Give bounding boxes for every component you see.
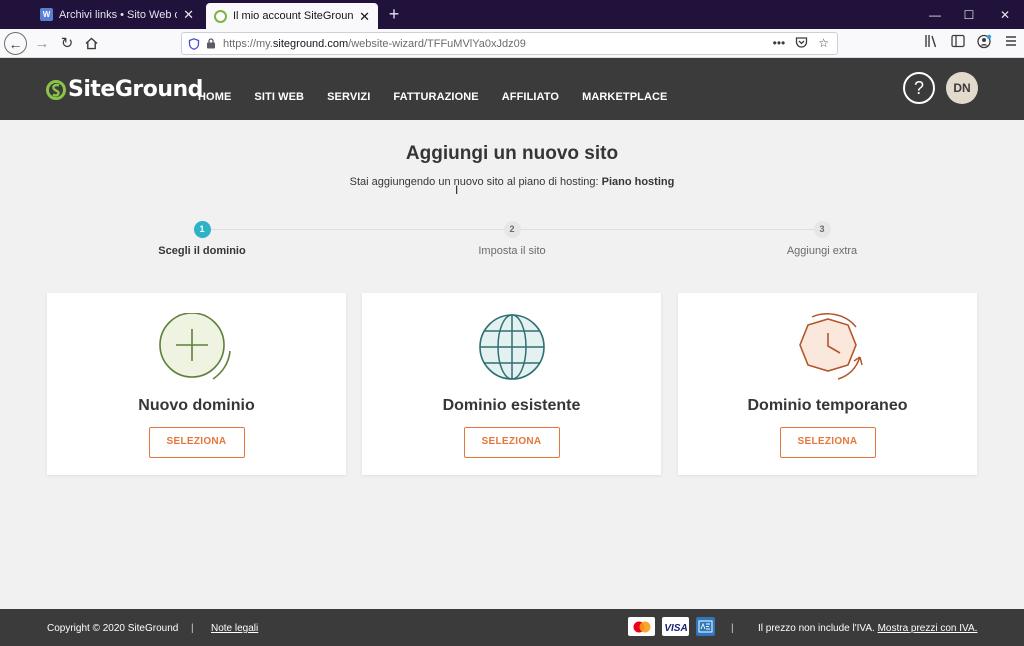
mastercard-icon <box>628 617 655 636</box>
card-existing-domain[interactable]: Dominio esistente SELEZIONA <box>362 293 661 475</box>
page-title: Aggiungi un nuovo sito <box>405 143 619 164</box>
address-bar[interactable]: https://my. siteground.com/website-wizard… <box>181 32 838 55</box>
card-title: Nuovo dominio <box>138 397 255 414</box>
card-title: Dominio esistente <box>442 397 581 414</box>
step-label: Scegli il dominio <box>158 245 246 257</box>
new-tab-button[interactable]: + <box>384 4 404 24</box>
step-number: 2 <box>503 221 521 238</box>
step-number: 3 <box>813 221 831 238</box>
footer-separator: | <box>191 623 194 634</box>
library-icon[interactable] <box>924 34 939 48</box>
site-header: SiteGround HOME SITI WEB SERVIZI FATTURA… <box>0 58 1024 120</box>
forward-icon[interactable]: → <box>31 32 53 54</box>
wp-icon: W <box>40 8 53 21</box>
hosting-plan-name: Piano hosting <box>601 176 675 188</box>
logo-text: SiteGround <box>68 77 203 102</box>
minimize-icon[interactable]: — <box>918 0 952 29</box>
step-label: Aggiungi extra <box>786 245 858 257</box>
show-vat-prices-link[interactable]: Mostra prezzi con IVA. <box>878 623 978 634</box>
step-2: 2 Imposta il sito <box>412 221 612 257</box>
select-new-domain-button[interactable]: SELEZIONA <box>148 427 245 458</box>
menu-item-affiliato[interactable]: AFFILIATO <box>502 91 559 103</box>
step-1: 1 Scegli il dominio <box>102 221 302 257</box>
siteground-logo[interactable]: SiteGround <box>46 77 203 102</box>
close-icon[interactable]: ✕ <box>359 10 370 23</box>
visa-icon: VISA <box>662 617 689 636</box>
menu-item-home[interactable]: HOME <box>198 91 231 103</box>
step-3: 3 Aggiungi extra <box>722 221 922 257</box>
globe-icon <box>478 314 545 380</box>
plus-circle-icon <box>158 313 231 380</box>
menu-item-fatturazione[interactable]: FATTURAZIONE <box>393 91 478 103</box>
maximize-icon[interactable]: ☐ <box>952 0 986 29</box>
account-icon[interactable] <box>977 34 992 49</box>
select-temporary-domain-button[interactable]: SELEZIONA <box>779 427 876 458</box>
vat-note: Il prezzo non include l'IVA. Mostra prez… <box>758 623 977 634</box>
tab-title: Il mio account SiteGround <box>233 10 354 22</box>
avatar[interactable]: DN <box>946 72 978 104</box>
card-title: Dominio temporaneo <box>747 397 908 414</box>
reload-icon[interactable]: ↻ <box>56 32 78 54</box>
step-number: 1 <box>193 221 211 238</box>
copyright-text: Copyright © 2020 SiteGround <box>47 623 179 634</box>
browser-tab-archivi[interactable]: W Archivi links • Sito Web di Danilo ✕ <box>32 2 202 27</box>
vat-text: Il prezzo non include l'IVA. <box>758 623 878 634</box>
menu-item-marketplace[interactable]: MARKETPLACE <box>582 91 667 103</box>
amex-icon <box>696 617 715 636</box>
menu-icon[interactable] <box>1004 34 1018 48</box>
browser-tab-bar: W Archivi links • Sito Web di Danilo ✕ I… <box>0 0 1024 29</box>
step-label: Imposta il sito <box>478 245 546 257</box>
menu-item-siti-web[interactable]: SITI WEB <box>254 91 304 103</box>
url-path: /website-wizard/TFFuMVlYa0xJdz09 <box>348 37 526 50</box>
siteground-icon <box>214 9 227 23</box>
subtitle-text: Stai aggiungendo un nuovo sito al piano … <box>349 176 602 188</box>
url-prefix: https://my. <box>223 37 273 50</box>
sidebar-icon[interactable] <box>951 34 965 48</box>
back-icon[interactable]: ← <box>4 32 27 55</box>
card-new-domain[interactable]: Nuovo dominio SELEZIONA <box>47 293 346 475</box>
main-menu: HOME SITI WEB SERVIZI FATTURAZIONE AFFIL… <box>198 91 691 103</box>
close-icon[interactable]: ✕ <box>183 8 194 21</box>
text-cursor-icon: I <box>455 183 459 197</box>
legal-notes-link[interactable]: Note legali <box>211 623 258 634</box>
pocket-icon[interactable] <box>795 36 808 49</box>
url-host: siteground.com <box>272 37 349 50</box>
select-existing-domain-button[interactable]: SELEZIONA <box>463 427 560 458</box>
lock-icon[interactable] <box>206 38 216 49</box>
browser-nav-bar: ← → ↻ https://my. siteground.com/website-… <box>0 29 1024 58</box>
window-close-icon[interactable]: ✕ <box>988 0 1022 29</box>
browser-tab-siteground[interactable]: Il mio account SiteGround ✕ <box>206 3 378 29</box>
logo-mark-icon <box>46 79 66 100</box>
tab-title: Archivi links • Sito Web di Danilo <box>59 8 177 21</box>
footer-separator: | <box>731 623 734 634</box>
svg-text:VISA: VISA <box>664 623 687 632</box>
clock-icon <box>798 313 863 380</box>
home-icon[interactable] <box>80 32 102 54</box>
card-temporary-domain[interactable]: Dominio temporaneo SELEZIONA <box>678 293 977 475</box>
star-icon[interactable]: ☆ <box>818 36 829 50</box>
shield-icon[interactable] <box>188 37 200 50</box>
more-icon[interactable]: ••• <box>773 36 786 50</box>
help-button[interactable]: ? <box>903 72 935 104</box>
menu-item-servizi[interactable]: SERVIZI <box>327 91 370 103</box>
site-footer: Copyright © 2020 SiteGround | Note legal… <box>0 609 1024 646</box>
page-subtitle: Stai aggiungendo un nuovo sito al piano … <box>0 176 1024 188</box>
